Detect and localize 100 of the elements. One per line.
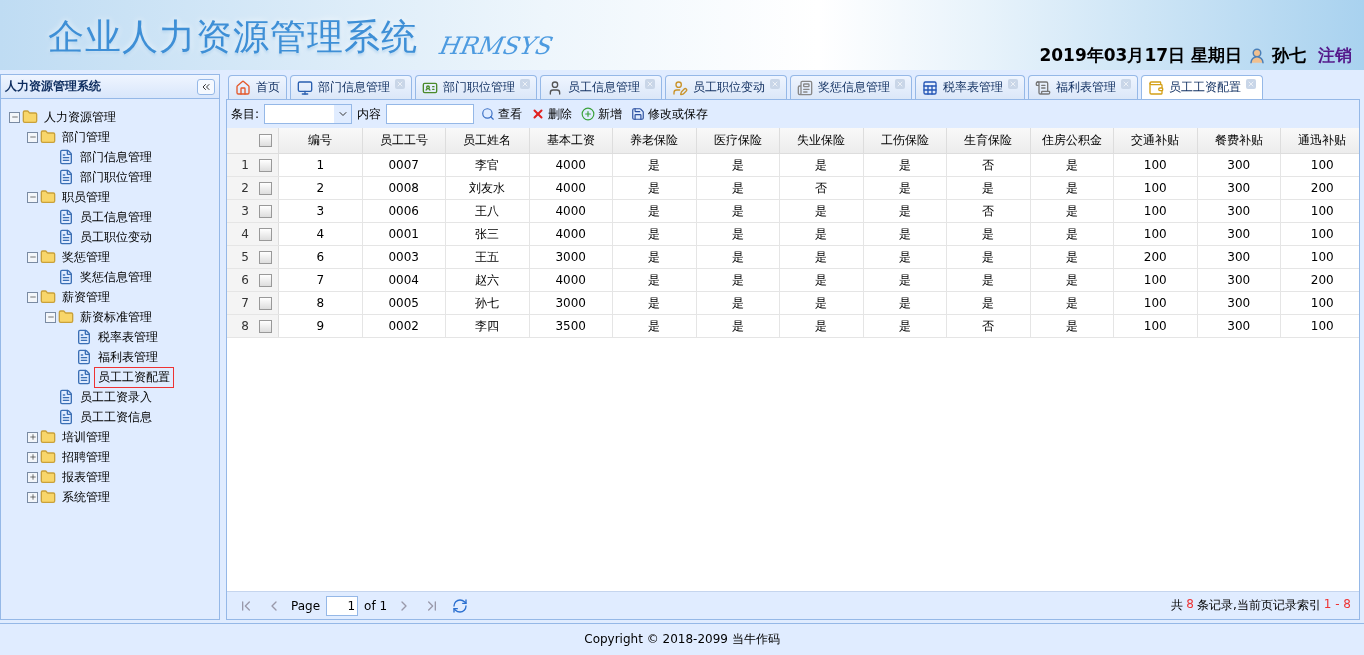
folder-icon (22, 109, 38, 125)
table-cell: 否 (947, 200, 1031, 222)
table-cell: 300 (1197, 269, 1281, 291)
collapse-button[interactable] (197, 78, 215, 95)
tab[interactable]: 奖惩信息管理 (790, 75, 912, 99)
row-checkbox[interactable] (259, 250, 272, 264)
tree-item[interactable]: 系统管理 (58, 486, 114, 508)
tab-icon (1148, 79, 1164, 96)
tree-item[interactable]: 福利表管理 (94, 346, 162, 368)
column-header[interactable]: 医疗保险 (696, 128, 780, 153)
tab[interactable]: 部门信息管理 (290, 75, 412, 99)
table-cell: 是 (780, 269, 864, 291)
tree-item[interactable]: 招聘管理 (58, 446, 114, 468)
tab[interactable]: 员工工资配置 (1141, 75, 1263, 99)
select-all-checkbox[interactable] (259, 134, 272, 147)
row-checkbox[interactable] (259, 273, 272, 287)
table-cell: 是 (863, 177, 947, 199)
tree-item[interactable]: 部门信息管理 (76, 146, 156, 168)
tree-item[interactable]: 员工工资录入 (76, 386, 156, 408)
expand-toggle-icon[interactable] (27, 471, 38, 483)
tab[interactable]: 部门职位管理 (415, 75, 537, 99)
expand-toggle-icon[interactable] (27, 451, 38, 463)
toolbar-button[interactable]: 删除 (529, 105, 575, 123)
field-label: 条目: (231, 105, 260, 123)
column-header[interactable]: 员工姓名 (446, 128, 530, 153)
table-cell: 100 (1281, 246, 1359, 268)
table-cell: 是 (613, 246, 697, 268)
table-cell: 300 (1197, 292, 1281, 314)
column-header[interactable]: 通迅补贴 (1281, 128, 1359, 153)
field-select[interactable] (264, 104, 353, 124)
tree-item[interactable]: 员工工资信息 (76, 406, 156, 428)
table-cell: 0006 (362, 200, 446, 222)
expand-toggle-icon[interactable] (27, 491, 38, 503)
table-cell: 3 (279, 200, 363, 222)
collapse-toggle-icon[interactable] (27, 191, 38, 203)
column-header[interactable]: 住房公积金 (1030, 128, 1114, 153)
logout-link[interactable]: 注销 (1318, 44, 1352, 67)
row-number: 3 (227, 200, 253, 222)
collapse-toggle-icon[interactable] (27, 291, 38, 303)
folder-icon (40, 249, 56, 265)
tab[interactable]: 首页 (228, 75, 287, 99)
document-icon (58, 229, 74, 245)
row-checkbox[interactable] (259, 158, 272, 172)
toolbar-button[interactable]: 新增 (579, 105, 625, 123)
record-range: 1 - 8 (1323, 597, 1351, 613)
row-checkbox[interactable] (259, 227, 272, 241)
content-input[interactable] (386, 104, 475, 124)
tree-item[interactable]: 培训管理 (58, 426, 114, 448)
tab-icon (922, 79, 938, 96)
expand-toggle-icon[interactable] (27, 431, 38, 443)
tab[interactable]: 员工信息管理 (540, 75, 662, 99)
content-label: 内容 (357, 105, 382, 123)
tree-item[interactable]: 薪资管理 (58, 286, 114, 308)
page-input[interactable]: 1 (326, 595, 359, 616)
tree-item[interactable]: 员工职位变动 (76, 226, 156, 248)
column-header[interactable]: 交通补贴 (1114, 128, 1198, 153)
column-header[interactable]: 失业保险 (780, 128, 864, 153)
tree-item[interactable]: 员工信息管理 (76, 206, 156, 228)
tree-item[interactable]: 税率表管理 (94, 326, 162, 348)
tree-item[interactable]: 部门管理 (58, 126, 114, 148)
tree-item[interactable]: 职员管理 (58, 186, 114, 208)
column-header[interactable]: 编号 (279, 128, 363, 153)
table-cell: 是 (863, 154, 947, 176)
table-cell: 100 (1114, 269, 1198, 291)
collapse-toggle-icon[interactable] (27, 131, 38, 143)
collapse-toggle-icon[interactable] (9, 111, 20, 123)
table-cell: 赵六 (446, 269, 530, 291)
summary-text: 共 (1171, 597, 1184, 614)
column-header[interactable]: 养老保险 (613, 128, 697, 153)
document-icon (76, 369, 92, 385)
tab[interactable]: 福利表管理 (1028, 75, 1138, 99)
tab[interactable]: 员工职位变动 (665, 75, 787, 99)
tree-item[interactable]: 奖惩管理 (58, 246, 114, 268)
tree-item[interactable]: 人力资源管理 (40, 106, 120, 128)
row-checkbox[interactable] (259, 204, 272, 218)
folder-icon (40, 489, 56, 505)
tab-icon (297, 79, 313, 96)
row-checkbox[interactable] (259, 296, 272, 310)
column-header[interactable]: 生育保险 (947, 128, 1031, 153)
column-header[interactable]: 基本工资 (529, 128, 613, 153)
tree-item[interactable]: 薪资标准管理 (76, 306, 156, 328)
collapse-toggle-icon[interactable] (27, 251, 38, 263)
toolbar-button[interactable]: 修改或保存 (629, 105, 711, 123)
table-cell: 是 (947, 269, 1031, 291)
collapse-toggle-icon[interactable] (45, 311, 56, 323)
tree-item[interactable]: 部门职位管理 (76, 166, 156, 188)
tab[interactable]: 税率表管理 (915, 75, 1025, 99)
tree-item[interactable]: 报表管理 (58, 466, 114, 488)
column-header[interactable]: 员工工号 (362, 128, 446, 153)
row-checkbox[interactable] (259, 319, 272, 333)
document-icon (76, 349, 92, 365)
column-header[interactable]: 工伤保险 (863, 128, 947, 153)
table-cell: 张三 (446, 223, 530, 245)
column-header[interactable]: 餐费补贴 (1197, 128, 1281, 153)
tree-item[interactable]: 奖惩信息管理 (76, 266, 156, 288)
table-cell: 是 (780, 154, 864, 176)
tree-item[interactable]: 员工工资配置 (94, 366, 174, 388)
toolbar-button[interactable]: 查看 (479, 105, 525, 123)
table-cell: 7 (279, 269, 363, 291)
row-checkbox[interactable] (259, 181, 272, 195)
